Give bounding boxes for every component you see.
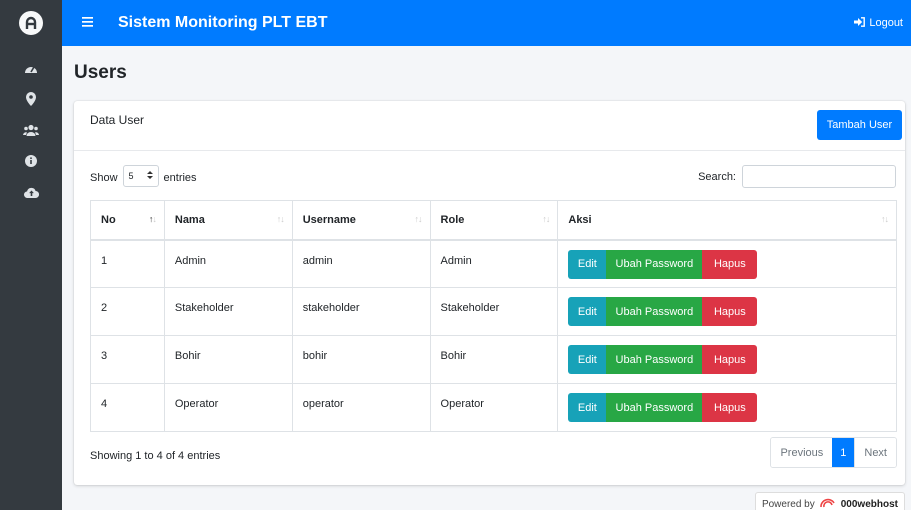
- action-group: Edit Ubah Password Hapus: [568, 345, 886, 374]
- table-header-row: No ↑↓ Nama ↑↓ Username ↑↓ Role ↑↓ Aksi ↑↓: [90, 200, 897, 241]
- brand[interactable]: [0, 0, 62, 46]
- column-header-aksi[interactable]: Aksi ↑↓: [557, 200, 897, 241]
- previous-page-button[interactable]: Previous: [771, 438, 833, 467]
- users-icon: [23, 124, 39, 139]
- users-table: No ↑↓ Nama ↑↓ Username ↑↓ Role ↑↓ Aksi ↑↓ 1 A…: [90, 200, 897, 432]
- info-icon: [25, 155, 37, 170]
- action-group: Edit Ubah Password Hapus: [568, 393, 886, 422]
- sidebar-item-location[interactable]: [0, 85, 62, 116]
- column-header-no[interactable]: No ↑↓: [90, 200, 165, 241]
- action-group: Edit Ubah Password Hapus: [568, 297, 886, 326]
- cell-nama: Admin: [163, 239, 293, 288]
- hamburger-icon: [81, 16, 93, 30]
- sidebar-item-info[interactable]: [0, 147, 62, 178]
- cell-role: Bohir: [429, 335, 559, 384]
- cell-role: Admin: [429, 239, 559, 288]
- powered-by-brand: 000webhost: [840, 498, 898, 510]
- change-password-button[interactable]: Ubah Password: [606, 393, 703, 422]
- sidebar-item-dashboard[interactable]: [0, 54, 62, 85]
- pagination: Previous 1 Next: [770, 437, 897, 468]
- cell-username: stakeholder: [291, 287, 431, 336]
- webhost-logo-icon: [819, 497, 837, 510]
- entries-value: 5: [128, 171, 134, 181]
- entries-select[interactable]: 5: [122, 165, 159, 187]
- cell-nama: Stakeholder: [163, 287, 293, 336]
- cell-no: 3: [90, 335, 165, 384]
- entries-length: Show 5 entries: [90, 165, 197, 187]
- cloud-upload-icon: [23, 187, 39, 201]
- edit-button[interactable]: Edit: [568, 393, 607, 422]
- cell-aksi: Edit Ubah Password Hapus: [557, 335, 897, 384]
- cell-no: 2: [90, 287, 165, 336]
- main-content: Users Data User Tambah User Show 5 entri…: [62, 46, 911, 510]
- show-label: Show: [90, 172, 118, 184]
- cell-username: bohir: [291, 335, 431, 384]
- cell-role: Operator: [429, 383, 559, 432]
- table-row: 1 Admin admin Admin Edit Ubah Password H…: [90, 239, 897, 288]
- card-header: Data User Tambah User: [74, 101, 905, 151]
- table-info: Showing 1 to 4 of 4 entries: [90, 450, 221, 462]
- next-page-button[interactable]: Next: [854, 438, 896, 467]
- cell-username: operator: [291, 383, 431, 432]
- sidebar-item-upload[interactable]: [0, 178, 62, 209]
- edit-button[interactable]: Edit: [568, 249, 607, 279]
- app-title: Sistem Monitoring PLT EBT: [118, 14, 328, 31]
- edit-button[interactable]: Edit: [568, 345, 607, 374]
- column-header-role[interactable]: Role ↑↓: [429, 200, 559, 241]
- logout-label: Logout: [869, 17, 903, 29]
- sign-out-icon: [854, 16, 866, 30]
- column-header-nama[interactable]: Nama ↑↓: [163, 200, 293, 241]
- sidebar: [0, 0, 62, 510]
- brand-logo-icon: [19, 11, 43, 35]
- card-title: Data User: [90, 113, 145, 127]
- cell-role: Stakeholder: [429, 287, 559, 336]
- change-password-button[interactable]: Ubah Password: [606, 297, 703, 326]
- search-label: Search:: [698, 170, 736, 183]
- sort-icon: ↑↓: [881, 214, 889, 224]
- table-row: 3 Bohir bohir Bohir Edit Ubah Password H…: [90, 335, 897, 384]
- powered-by-badge[interactable]: Powered by 000webhost: [754, 492, 905, 510]
- sort-icon: ↑↓: [276, 214, 285, 224]
- cell-aksi: Edit Ubah Password Hapus: [557, 239, 897, 288]
- action-group: Edit Ubah Password Hapus: [568, 249, 886, 279]
- cell-username: admin: [291, 239, 431, 288]
- search-input[interactable]: [742, 165, 896, 188]
- delete-button[interactable]: Hapus: [702, 345, 758, 374]
- sort-asc-icon: ↑↓: [148, 214, 157, 224]
- delete-button[interactable]: Hapus: [702, 249, 758, 279]
- delete-button[interactable]: Hapus: [702, 297, 758, 326]
- add-user-button[interactable]: Tambah User: [817, 110, 902, 140]
- top-navbar: Sistem Monitoring PLT EBT Logout: [62, 0, 911, 46]
- cell-aksi: Edit Ubah Password Hapus: [557, 287, 897, 336]
- menu-toggle-button[interactable]: [74, 0, 100, 46]
- sort-icon: ↑↓: [542, 214, 550, 224]
- sidebar-item-users[interactable]: [0, 116, 62, 147]
- column-header-username[interactable]: Username ↑↓: [291, 200, 431, 241]
- cell-aksi: Edit Ubah Password Hapus: [557, 383, 897, 432]
- location-icon: [26, 92, 36, 109]
- entries-label: entries: [163, 172, 197, 184]
- delete-button[interactable]: Hapus: [702, 393, 758, 422]
- page-title: Users: [74, 62, 127, 83]
- cell-nama: Operator: [163, 383, 293, 432]
- sidebar-nav: [0, 54, 62, 209]
- users-card: Data User Tambah User Show 5 entries Sea…: [74, 101, 905, 485]
- powered-by-label: Powered by: [761, 498, 815, 510]
- dashboard-icon: [24, 62, 38, 77]
- logout-button[interactable]: Logout: [854, 16, 903, 30]
- table-row: 4 Operator operator Operator Edit Ubah P…: [90, 383, 897, 432]
- table-row: 2 Stakeholder stakeholder Stakeholder Ed…: [90, 287, 897, 336]
- change-password-button[interactable]: Ubah Password: [606, 345, 703, 374]
- sort-icon: ↑↓: [414, 214, 423, 224]
- cell-nama: Bohir: [163, 335, 293, 384]
- select-caret-icon: [146, 171, 153, 181]
- cell-no: 1: [90, 239, 165, 288]
- cell-no: 4: [90, 383, 165, 432]
- edit-button[interactable]: Edit: [568, 297, 607, 326]
- change-password-button[interactable]: Ubah Password: [606, 249, 703, 279]
- table-controls: Show 5 entries Search:: [90, 165, 896, 189]
- page-1-button[interactable]: 1: [832, 438, 855, 467]
- table-search: Search:: [698, 165, 896, 188]
